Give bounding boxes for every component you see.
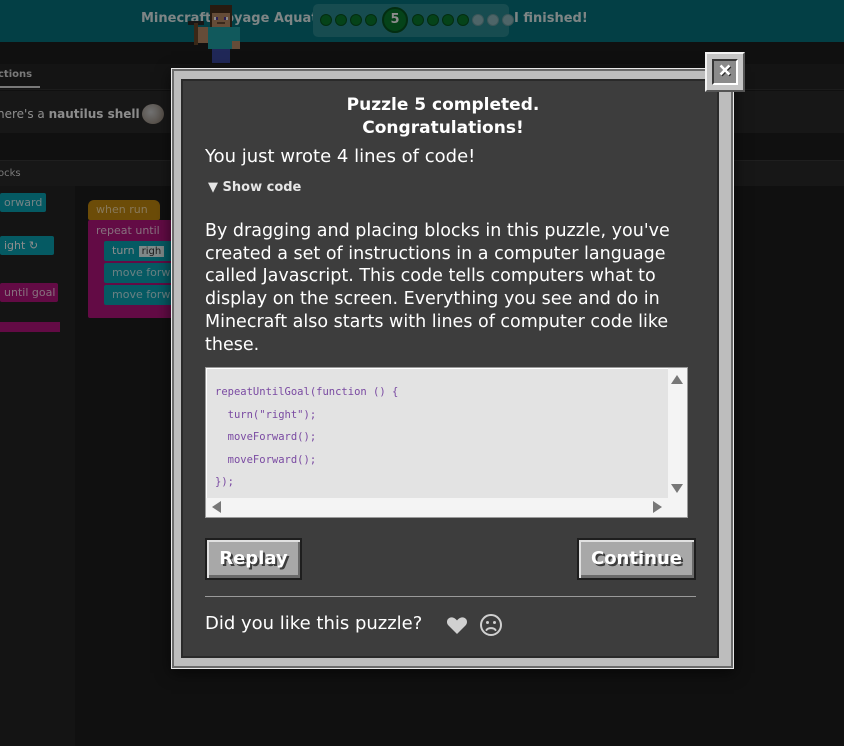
code-text: repeatUntilGoal(function () { turn("righ…: [207, 369, 669, 498]
close-icon: ×: [712, 58, 738, 85]
divider: [205, 596, 696, 597]
dialog-body-text: By dragging and placing blocks in this p…: [205, 221, 670, 355]
replay-button[interactable]: Replay: [205, 538, 302, 580]
dialog-title: Puzzle 5 completed. Congratulations!: [346, 95, 540, 138]
lines-of-code-message: You just wrote 4 lines of code!: [205, 146, 476, 167]
feedback-question: Did you like this puzzle?: [205, 613, 423, 634]
code-viewer[interactable]: repeatUntilGoal(function () { turn("righ…: [205, 367, 688, 518]
scroll-down-icon[interactable]: [671, 484, 683, 493]
continue-button[interactable]: Continue: [577, 538, 696, 580]
scroll-left-icon[interactable]: [212, 501, 221, 513]
close-button[interactable]: ×: [705, 52, 745, 92]
show-code-toggle[interactable]: ▼ Show code: [208, 180, 301, 195]
frown-icon[interactable]: [479, 613, 503, 637]
horizontal-scrollbar[interactable]: [206, 498, 687, 517]
vertical-scrollbar[interactable]: [668, 368, 687, 498]
heart-icon[interactable]: [445, 613, 469, 637]
scroll-up-icon[interactable]: [671, 375, 683, 384]
scroll-right-icon[interactable]: [653, 501, 662, 513]
